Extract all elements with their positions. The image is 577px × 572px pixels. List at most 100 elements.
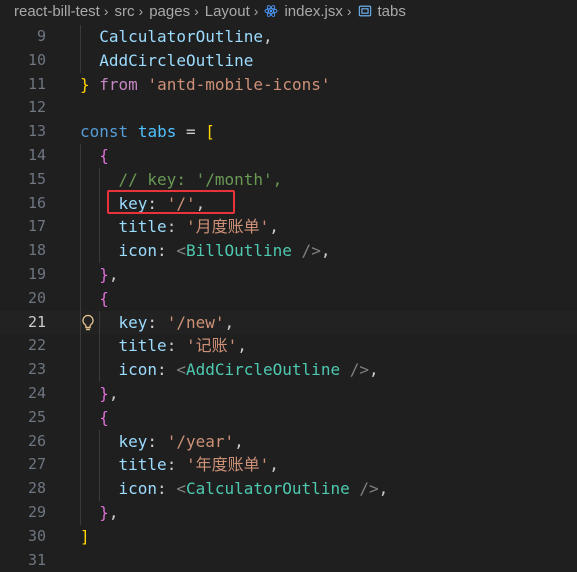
code-line[interactable]: 27 title: '年度账单', — [0, 453, 577, 478]
code-line[interactable]: 14 { — [0, 143, 577, 168]
code-token: < — [176, 360, 186, 380]
code-text: icon: <BillOutline />, — [119, 239, 331, 263]
code-line[interactable]: 18 icon: <BillOutline />, — [0, 239, 577, 263]
code-line[interactable]: 20 { — [0, 286, 577, 311]
code-token: : — [147, 193, 167, 213]
breadcrumb-symbol[interactable]: tabs — [358, 3, 406, 20]
indent-guide — [99, 477, 101, 501]
indent-guide — [99, 453, 101, 478]
indent-guide — [80, 239, 81, 263]
code-token: '/' — [166, 193, 196, 213]
line-number: 30 — [27, 526, 46, 545]
line-number: 22 — [27, 336, 46, 355]
indent-guide — [80, 453, 81, 478]
code-token: , — [263, 27, 273, 46]
code-editor[interactable]: 9 CalculatorOutline, 10 AddCircleOutline 11}… — [0, 25, 577, 572]
code-token: title — [118, 336, 167, 356]
lightbulb-icon[interactable] — [80, 314, 96, 332]
code-line[interactable]: 28 icon: <CalculatorOutline />, — [0, 477, 577, 501]
indent-guide — [80, 191, 81, 216]
code-line[interactable]: 12 — [0, 96, 577, 120]
line-number: 20 — [27, 288, 46, 307]
indent-guide — [80, 262, 81, 287]
code-text: title: '年度账单', — [119, 453, 279, 477]
code-token: , — [108, 502, 119, 522]
code-token: : — [166, 455, 186, 475]
code-token: /> — [349, 479, 379, 499]
code-token: , — [108, 383, 119, 403]
code-token: { — [99, 288, 109, 308]
code-line[interactable]: 26 key: '/year', — [0, 429, 577, 454]
code-token: : — [147, 312, 167, 332]
code-token: BillOutline — [185, 241, 292, 261]
code-token: key — [118, 193, 148, 213]
breadcrumb-pages[interactable]: pages — [149, 3, 190, 20]
code-token: key — [118, 431, 148, 451]
indent-guide — [80, 286, 81, 311]
code-line[interactable]: 11} from 'antd-mobile-icons' — [0, 73, 577, 97]
code-token: // key: '/month', — [118, 169, 283, 189]
chevron-right-icon: › — [194, 3, 199, 19]
code-token: 'antd-mobile-icons' — [147, 74, 331, 94]
code-token: icon — [118, 241, 158, 261]
code-line[interactable]: 25 { — [0, 405, 577, 430]
indent-guide — [99, 334, 101, 359]
code-text: key: '/', — [119, 192, 206, 216]
code-line[interactable]: 17 title: '月度账单', — [0, 215, 577, 240]
code-token: '记账' — [185, 336, 238, 356]
code-line[interactable]: 23 icon: <AddCircleOutline />, — [0, 358, 577, 382]
symbol-variable-icon — [358, 5, 371, 17]
breadcrumb-symbol-label: tabs — [377, 2, 406, 20]
code-line[interactable]: 9 CalculatorOutline, — [0, 25, 577, 49]
indent-guide — [80, 429, 81, 454]
code-line[interactable]: 16 key: '/', — [0, 191, 577, 216]
code-token: , — [224, 312, 235, 332]
code-line[interactable]: 10 AddCircleOutline — [0, 48, 577, 73]
code-token: from — [99, 74, 138, 94]
code-line[interactable]: 19}, — [0, 262, 577, 287]
code-text: title: '月度账单', — [119, 215, 279, 239]
code-line[interactable]: 24}, — [0, 381, 577, 406]
code-line[interactable]: 30] — [0, 525, 577, 549]
breadcrumb-src[interactable]: src — [115, 3, 135, 20]
code-text: }, — [99, 501, 118, 525]
breadcrumb-project-label: react-bill-test — [14, 2, 100, 20]
code-token: { — [99, 145, 109, 165]
code-line[interactable]: 31 — [0, 549, 577, 572]
code-line[interactable]: 22 title: '记账', — [0, 334, 577, 359]
breadcrumb-project[interactable]: react-bill-test — [14, 3, 100, 20]
code-line[interactable]: 21 key: '/new', — [0, 310, 577, 335]
code-token: } — [99, 383, 109, 403]
line-number: 16 — [27, 193, 46, 212]
code-token: , — [269, 217, 279, 237]
code-token: /> — [291, 241, 321, 261]
line-number: 12 — [27, 98, 46, 117]
breadcrumb-file[interactable]: index.jsx — [264, 3, 343, 20]
code-token: : — [157, 360, 177, 380]
line-number: 24 — [27, 383, 46, 402]
code-token: [ — [205, 122, 215, 142]
code-token: '月度账单' — [185, 217, 270, 237]
indent-guide — [80, 500, 81, 525]
breadcrumb: react-bill-test › src › pages › Layout ›… — [0, 0, 577, 22]
line-number: 13 — [27, 122, 46, 141]
code-token: , — [378, 479, 389, 499]
code-token: : — [166, 217, 186, 237]
breadcrumb-layout[interactable]: Layout — [205, 3, 250, 20]
code-token: : — [157, 241, 177, 261]
code-text: { — [99, 406, 109, 430]
code-token: CalculatorOutline — [99, 27, 264, 46]
code-line[interactable]: 13 const tabs = [ — [0, 120, 577, 144]
chevron-right-icon: › — [103, 3, 109, 19]
code-text: // key: '/month', — [119, 168, 283, 192]
code-line[interactable]: 15 // key: '/month', — [0, 167, 577, 192]
code-text: icon: <CalculatorOutline />, — [119, 477, 389, 501]
code-text: { — [99, 287, 109, 311]
code-token: } — [99, 502, 109, 522]
indent-guide — [80, 358, 81, 382]
chevron-right-icon: › — [253, 3, 259, 19]
code-token: } — [99, 264, 109, 284]
code-token: : — [166, 336, 186, 356]
code-line[interactable]: 29}, — [0, 500, 577, 525]
